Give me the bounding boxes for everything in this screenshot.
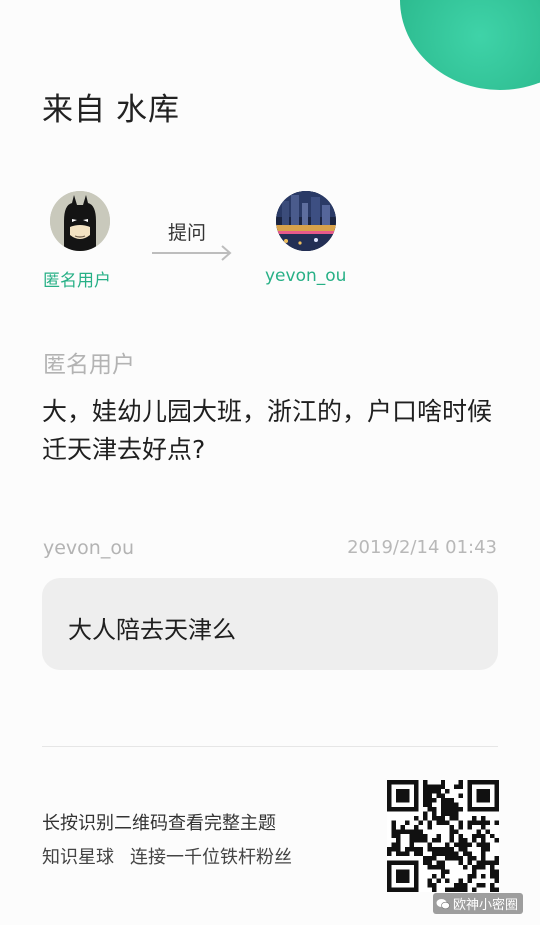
batman-mask-icon — [50, 191, 110, 251]
question-text: 大，娃幼儿园大班，浙江的，户口啥时候迁天津去好点? — [42, 397, 493, 464]
flow-verb-label: 提问 — [168, 222, 207, 244]
source-name[interactable]: 水库 — [116, 92, 180, 128]
corner-decoration — [400, 0, 540, 90]
topic-card: 来自 水库 匿名用户 提问 yevon_ou 匿名用户 大，娃幼儿园大班，浙江的… — [0, 0, 540, 925]
divider — [42, 746, 498, 747]
watermark: 欧神小密圈 — [433, 893, 524, 914]
qr-code-icon[interactable] — [387, 780, 499, 892]
wechat-icon — [436, 898, 450, 909]
watermark-text: 欧神小密圈 — [453, 898, 519, 913]
asker-avatar[interactable] — [50, 191, 110, 251]
footer-brand: 知识星球 — [42, 847, 114, 868]
footer-slogan: 连接一千位铁杆粉丝 — [130, 847, 292, 868]
answer-bubble: 大人陪去天津么 — [42, 578, 498, 670]
answerer-name[interactable]: yevon_ou — [265, 266, 346, 286]
answer-text: 大人陪去天津么 — [68, 616, 236, 644]
question-author: 匿名用户 — [43, 352, 135, 378]
source-title: 来自 水库 — [42, 84, 180, 129]
arrow-right-icon — [152, 245, 232, 261]
footer-prompt: 长按识别二维码查看完整主题 — [42, 813, 276, 834]
footer-brand-line: 知识星球 连接一千位铁杆粉丝 — [42, 843, 292, 869]
source-prefix: 来自 — [42, 92, 106, 128]
answer-author: yevon_ou — [43, 537, 135, 559]
asker-name[interactable]: 匿名用户 — [43, 266, 111, 291]
answerer-avatar[interactable] — [276, 191, 336, 251]
city-night-photo-icon — [276, 191, 336, 251]
answer-timestamp: 2019/2/14 01:43 — [347, 537, 497, 558]
